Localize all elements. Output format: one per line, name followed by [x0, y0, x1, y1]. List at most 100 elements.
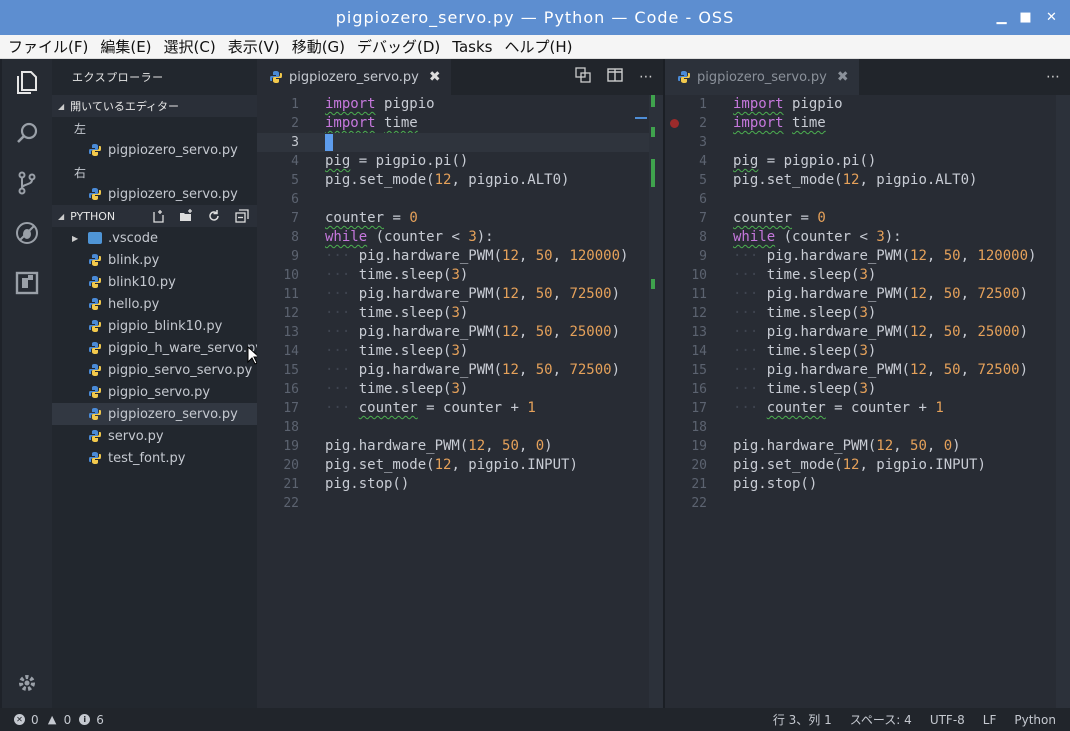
editor-right-tabbar: pigpiozero_servo.py ✖ ⋯: [665, 59, 1070, 95]
overview-ruler[interactable]: [635, 95, 663, 708]
file-item[interactable]: servo.py: [52, 425, 257, 447]
file-item-label: pigpio_servo_servo.py: [108, 362, 253, 378]
file-item[interactable]: hello.py: [52, 293, 257, 315]
chevron-down-icon: ◢: [58, 101, 65, 111]
indentation[interactable]: スペース: 4: [850, 711, 912, 728]
file-item[interactable]: pigpio_blink10.py: [52, 315, 257, 337]
python-file-icon: [88, 143, 102, 157]
menu-selection[interactable]: 選択(C): [164, 36, 216, 57]
open-editor-item[interactable]: pigpiozero_servo.py: [52, 139, 257, 161]
search-icon[interactable]: [2, 109, 52, 157]
ruler-marker: [651, 159, 655, 187]
explorer-sidebar: エクスプローラー ◢ 開いているエディター 左 pigpiozero_servo…: [52, 59, 263, 708]
python-file-icon: [88, 451, 102, 465]
cursor-position[interactable]: 行 3、列 1: [773, 711, 832, 728]
menu-file[interactable]: ファイル(F): [8, 36, 88, 57]
problems-indicator[interactable]: ✕ 0 ▲ 0 i 6: [0, 713, 104, 727]
code-area-left[interactable]: 1 import pigpio 2 import time 3 4 pig = pig…: [257, 95, 663, 708]
menu-go[interactable]: 移動(G): [292, 36, 345, 57]
refresh-icon[interactable]: [205, 208, 223, 224]
menu-help[interactable]: ヘルプ(H): [504, 36, 572, 57]
file-item-label: pigpiozero_servo.py: [108, 406, 238, 422]
activity-bar: [2, 59, 52, 708]
maximize-icon[interactable]: ■: [1014, 0, 1038, 35]
new-file-icon[interactable]: [149, 208, 167, 224]
menu-edit[interactable]: 編集(E): [100, 36, 151, 57]
error-icon: ✕: [14, 714, 25, 725]
editor-group-left: 左: [74, 121, 87, 136]
ruler-cursor-marker: [635, 117, 647, 119]
ruler-marker: [651, 127, 655, 137]
file-item-label: pigpio_h_ware_servo.py: [108, 340, 263, 356]
minimize-icon[interactable]: ▁: [990, 0, 1014, 35]
info-count: 6: [96, 712, 104, 727]
editor-group-right: 右: [74, 165, 87, 180]
folder-icon: [88, 232, 102, 244]
file-item[interactable]: pigpio_servo_servo.py: [52, 359, 257, 381]
file-item[interactable]: blink.py: [52, 249, 257, 271]
menu-tasks[interactable]: Tasks: [452, 38, 492, 56]
ruler-marker: [651, 279, 655, 289]
line-ending[interactable]: LF: [983, 713, 997, 727]
editor-left-tabbar: pigpiozero_servo.py ✖ ⋯: [257, 59, 663, 95]
sidebar-title: エクスプローラー: [72, 71, 164, 84]
file-item-label: blink10.py: [108, 274, 176, 290]
editor-left[interactable]: pigpiozero_servo.py ✖ ⋯ 1 import pigpio 2…: [257, 59, 663, 708]
editor-tab-label: pigpiozero_servo.py: [697, 69, 827, 85]
file-item-label: hello.py: [108, 296, 160, 312]
window-title: pigpiozero_servo.py — Python — Code - OS…: [335, 8, 735, 27]
language-mode[interactable]: Python: [1014, 713, 1056, 727]
close-icon[interactable]: ✖: [837, 69, 849, 85]
chevron-right-icon: ▶: [72, 233, 79, 243]
open-editors-label: 開いているエディター: [70, 100, 180, 113]
editor-right[interactable]: pigpiozero_servo.py ✖ ⋯ 1 import pigpio 2…: [665, 59, 1070, 708]
open-editors-header[interactable]: ◢ 開いているエディター: [52, 95, 257, 117]
menu-bar: ファイル(F) 編集(E) 選択(C) 表示(V) 移動(G) デバッグ(D) …: [0, 35, 1070, 59]
python-file-icon: [88, 319, 102, 333]
source-control-icon[interactable]: [2, 159, 52, 207]
open-changes-icon[interactable]: [575, 67, 591, 87]
python-file-icon: [88, 341, 102, 355]
open-editor-label: pigpiozero_servo.py: [108, 142, 238, 158]
folder-item[interactable]: ▶ .vscode: [52, 227, 257, 249]
python-file-icon: [88, 297, 102, 311]
folder-label: PYTHON: [70, 209, 116, 223]
debug-icon[interactable]: [2, 209, 52, 257]
new-folder-icon[interactable]: [177, 208, 195, 224]
editor-tab-active[interactable]: pigpiozero_servo.py ✖: [257, 59, 451, 95]
more-actions-icon[interactable]: ⋯: [1046, 69, 1060, 85]
split-editor-icon[interactable]: [607, 67, 623, 87]
code-area-right[interactable]: 1 import pigpio 2 import time 3 4 pig = pig…: [665, 95, 1070, 708]
encoding[interactable]: UTF-8: [930, 713, 965, 727]
folder-header[interactable]: ◢ PYTHON: [52, 205, 257, 227]
text-cursor: [325, 134, 333, 151]
warning-icon: ▲: [47, 713, 57, 726]
close-icon[interactable]: ✖: [429, 69, 441, 85]
overview-ruler[interactable]: [1056, 95, 1070, 708]
extensions-icon[interactable]: [2, 259, 52, 307]
menu-debug[interactable]: デバッグ(D): [357, 36, 440, 57]
more-actions-icon[interactable]: ⋯: [639, 69, 653, 85]
python-file-icon: [88, 187, 102, 201]
explorer-icon[interactable]: [2, 59, 52, 107]
collapse-all-icon[interactable]: [233, 208, 251, 224]
warning-count: 0: [63, 712, 72, 727]
open-editor-item[interactable]: pigpiozero_servo.py: [52, 183, 257, 205]
folder-item-label: .vscode: [108, 230, 158, 246]
gear-icon[interactable]: [2, 659, 52, 707]
python-file-icon: [88, 407, 102, 421]
error-count: 0: [31, 712, 39, 727]
file-item[interactable]: pigpio_servo.py: [52, 381, 257, 403]
close-window-icon[interactable]: ✕: [1040, 0, 1064, 35]
file-item[interactable]: test_font.py: [52, 447, 257, 469]
python-file-icon: [269, 70, 283, 84]
window-title-bar: pigpiozero_servo.py — Python — Code - OS…: [0, 0, 1070, 35]
file-item[interactable]: pigpio_h_ware_servo.py: [52, 337, 263, 359]
file-item[interactable]: blink10.py: [52, 271, 257, 293]
menu-view[interactable]: 表示(V): [228, 36, 280, 57]
python-file-icon: [88, 385, 102, 399]
editor-tab-inactive[interactable]: pigpiozero_servo.py ✖: [665, 59, 859, 95]
info-icon: i: [79, 714, 91, 725]
file-item-label: blink.py: [108, 252, 160, 268]
file-item-selected[interactable]: pigpiozero_servo.py: [52, 403, 257, 425]
